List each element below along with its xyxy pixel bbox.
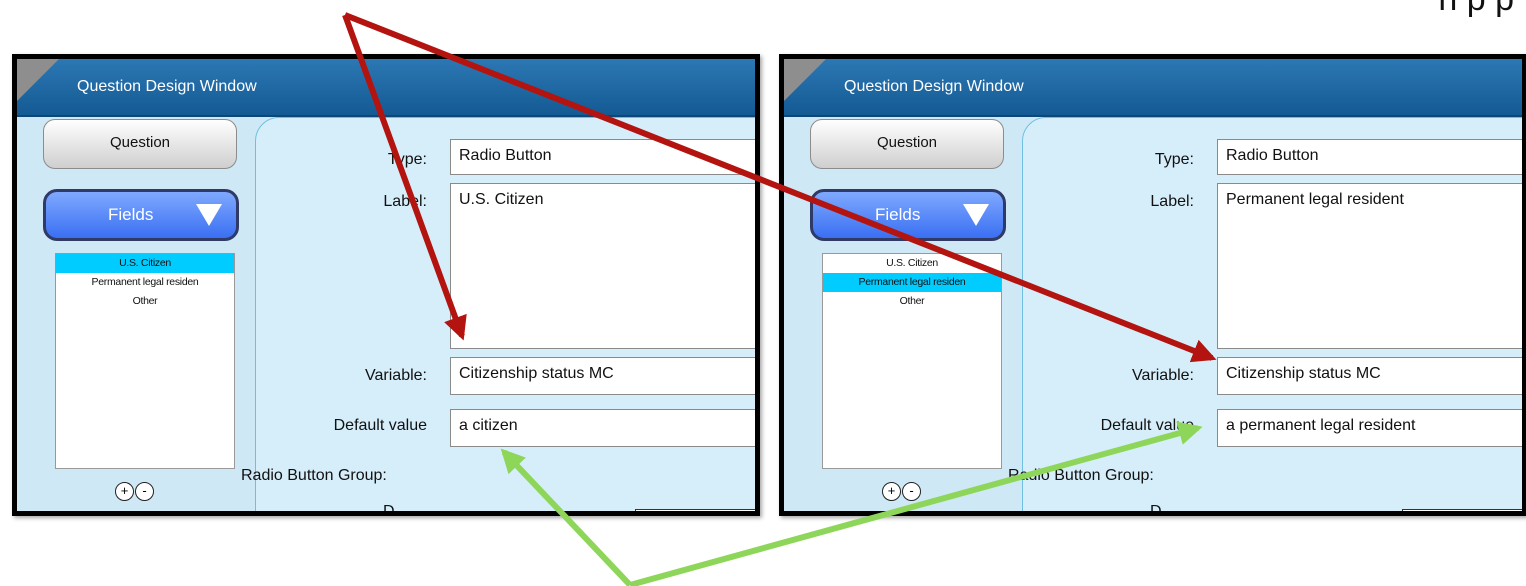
label-textarea[interactable]: Permanent legal resident <box>1217 183 1522 349</box>
list-item[interactable]: Other <box>56 292 234 311</box>
question-design-window-left: Question Design Window Question Fields U… <box>12 54 760 516</box>
question-design-window-right: Question Design Window Question Fields U… <box>779 54 1526 516</box>
fields-list[interactable]: U.S. Citizen Permanent legal residen Oth… <box>55 253 235 469</box>
triangle-down-icon <box>196 204 222 226</box>
variable-label: Variable: <box>1132 367 1194 384</box>
default-value-field[interactable]: a permanent legal resident <box>1217 409 1522 447</box>
variable-field[interactable]: Citizenship status MC <box>1217 357 1522 395</box>
fields-dropdown-button[interactable]: Fields <box>810 189 1006 241</box>
type-field[interactable]: Radio Button <box>1217 139 1522 175</box>
plus-icon[interactable]: + <box>115 482 134 501</box>
radio-button-group-label: Radio Button Group: <box>241 467 387 484</box>
window-title: Question Design Window <box>844 78 1024 95</box>
question-button[interactable]: Question <box>43 119 237 169</box>
top-cutoff-text: n p p <box>1438 0 1514 19</box>
title-bar: Question Design Window <box>17 59 755 117</box>
list-item[interactable]: U.S. Citizen <box>823 254 1001 273</box>
fields-button-label: Fields <box>875 205 921 224</box>
minus-icon[interactable]: - <box>902 482 921 501</box>
window-title: Question Design Window <box>77 78 257 95</box>
cut-off-label: D <box>383 503 395 516</box>
fields-button-label: Fields <box>108 205 154 224</box>
type-label: Type: <box>1154 151 1194 168</box>
variable-field[interactable]: Citizenship status MC <box>450 357 755 395</box>
list-item[interactable]: Other <box>823 292 1001 311</box>
fields-dropdown-button[interactable]: Fields <box>43 189 239 241</box>
minus-icon[interactable]: - <box>135 482 154 501</box>
triangle-down-icon <box>963 204 989 226</box>
add-remove-controls: + - <box>115 482 155 501</box>
fields-list[interactable]: U.S. Citizen Permanent legal residen Oth… <box>822 253 1002 469</box>
type-field[interactable]: Radio Button <box>450 139 755 175</box>
variable-label: Variable: <box>365 367 427 384</box>
label-label: Label: <box>1150 193 1194 210</box>
radio-button-group-label: Radio Button Group: <box>1008 467 1154 484</box>
window-corner-icon <box>784 59 826 101</box>
add-remove-controls: + - <box>882 482 922 501</box>
default-value-label: Default value <box>333 417 427 434</box>
cut-off-label: D <box>1150 503 1162 516</box>
list-item[interactable]: Permanent legal residen <box>823 273 1001 292</box>
window-corner-icon <box>17 59 59 101</box>
question-button[interactable]: Question <box>810 119 1004 169</box>
title-bar: Question Design Window <box>784 59 1522 117</box>
default-value-field[interactable]: a citizen <box>450 409 755 447</box>
bottom-field[interactable] <box>635 509 755 511</box>
label-label: Label: <box>383 193 427 210</box>
label-textarea[interactable]: U.S. Citizen <box>450 183 755 349</box>
bottom-field[interactable] <box>1402 509 1522 511</box>
list-item[interactable]: U.S. Citizen <box>56 254 234 273</box>
type-label: Type: <box>387 151 427 168</box>
default-value-label: Default value <box>1100 417 1194 434</box>
plus-icon[interactable]: + <box>882 482 901 501</box>
list-item[interactable]: Permanent legal residen <box>56 273 234 292</box>
